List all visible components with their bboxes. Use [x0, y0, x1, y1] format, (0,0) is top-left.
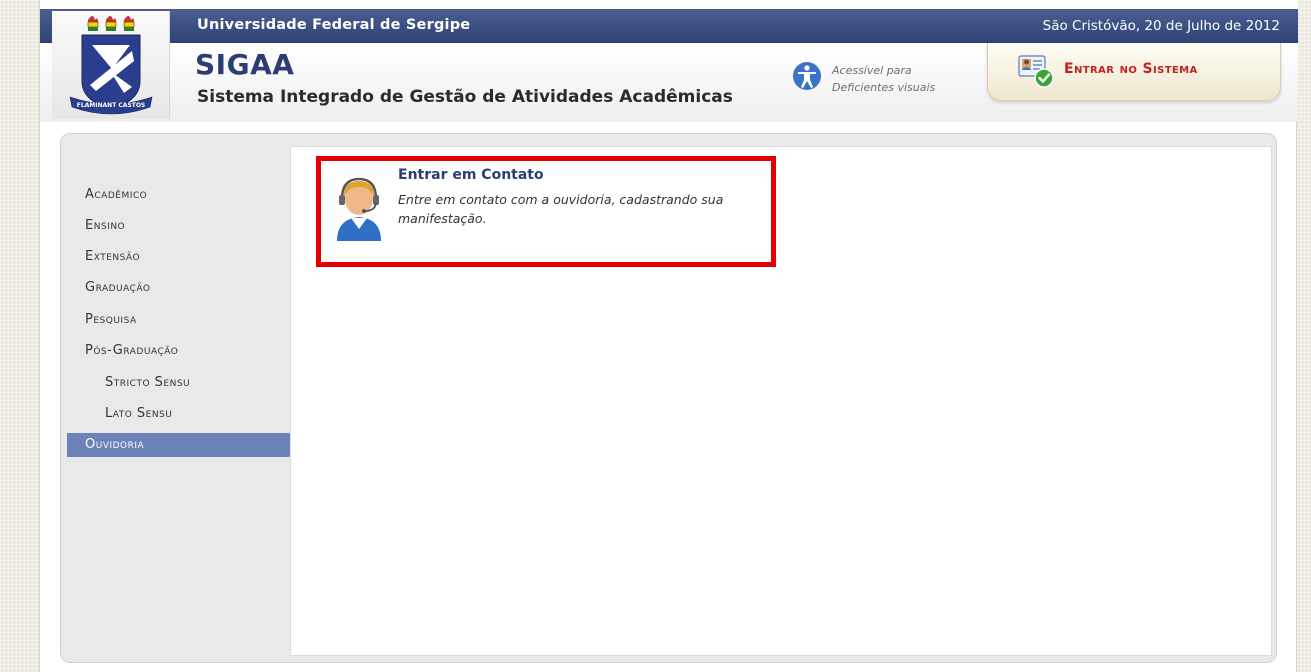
contact-option[interactable]: Entrar em Contato Entre em contato com a… [316, 156, 776, 267]
accessibility-icon [793, 62, 821, 90]
user-card-check-icon [1018, 55, 1054, 88]
current-date: São Cristóvão, 20 de Julho de 2012 [1042, 18, 1280, 34]
sidebar-item-academico[interactable]: Acadêmico [85, 187, 147, 202]
sidebar-item-lato-sensu[interactable]: Lato Sensu [105, 406, 172, 421]
headset-operator-icon [337, 177, 381, 241]
university-logo[interactable]: FLAMINANT CASTOS [52, 11, 170, 119]
sidebar-item-extensao[interactable]: Extensão [85, 249, 140, 264]
sidebar-menu: Acadêmico Ensino Extensão Graduação Pesq… [61, 134, 301, 662]
sidebar-item-stricto-sensu[interactable]: Stricto Sensu [105, 375, 190, 390]
accessibility-link[interactable]: Acessível para Deficientes visuais [792, 60, 972, 104]
login-button[interactable]: Entrar no Sistema [987, 43, 1281, 101]
contact-description: Entre em contato com a ouvidoria, cadast… [398, 192, 724, 226]
sidebar-item-graduacao[interactable]: Graduação [85, 280, 151, 295]
login-label: Entrar no Sistema [1064, 61, 1198, 77]
content-frame: Acadêmico Ensino Extensão Graduação Pesq… [60, 133, 1277, 663]
top-strip [40, 0, 1298, 9]
accessibility-line-2: Deficientes visuais [832, 81, 936, 94]
sidebar-item-pos-graduacao[interactable]: Pós-Graduação [85, 343, 178, 358]
page: FLAMINANT CASTOS Universidade Federal de… [39, 0, 1298, 672]
sidebar-item-ouvidoria[interactable]: Ouvidoria [67, 433, 301, 457]
sidebar-item-ouvidoria-label: Ouvidoria [85, 437, 145, 452]
logo-motto: FLAMINANT CASTOS [77, 102, 146, 109]
accessibility-label: Acessível para Deficientes visuais [832, 62, 972, 96]
sidebar-item-ensino[interactable]: Ensino [85, 218, 125, 233]
sidebar-item-pesquisa[interactable]: Pesquisa [85, 312, 137, 327]
main-panel: Entrar em Contato Entre em contato com a… [290, 146, 1272, 656]
university-crest-icon: FLAMINANT CASTOS [69, 16, 153, 115]
header: FLAMINANT CASTOS Universidade Federal de… [40, 9, 1298, 122]
contact-title[interactable]: Entrar em Contato [398, 167, 544, 183]
app-title: SIGAA [195, 48, 295, 81]
app-subtitle: Sistema Integrado de Gestão de Atividade… [197, 87, 733, 107]
university-name: Universidade Federal de Sergipe [197, 17, 471, 33]
accessibility-line-1: Acessível para [832, 64, 912, 77]
